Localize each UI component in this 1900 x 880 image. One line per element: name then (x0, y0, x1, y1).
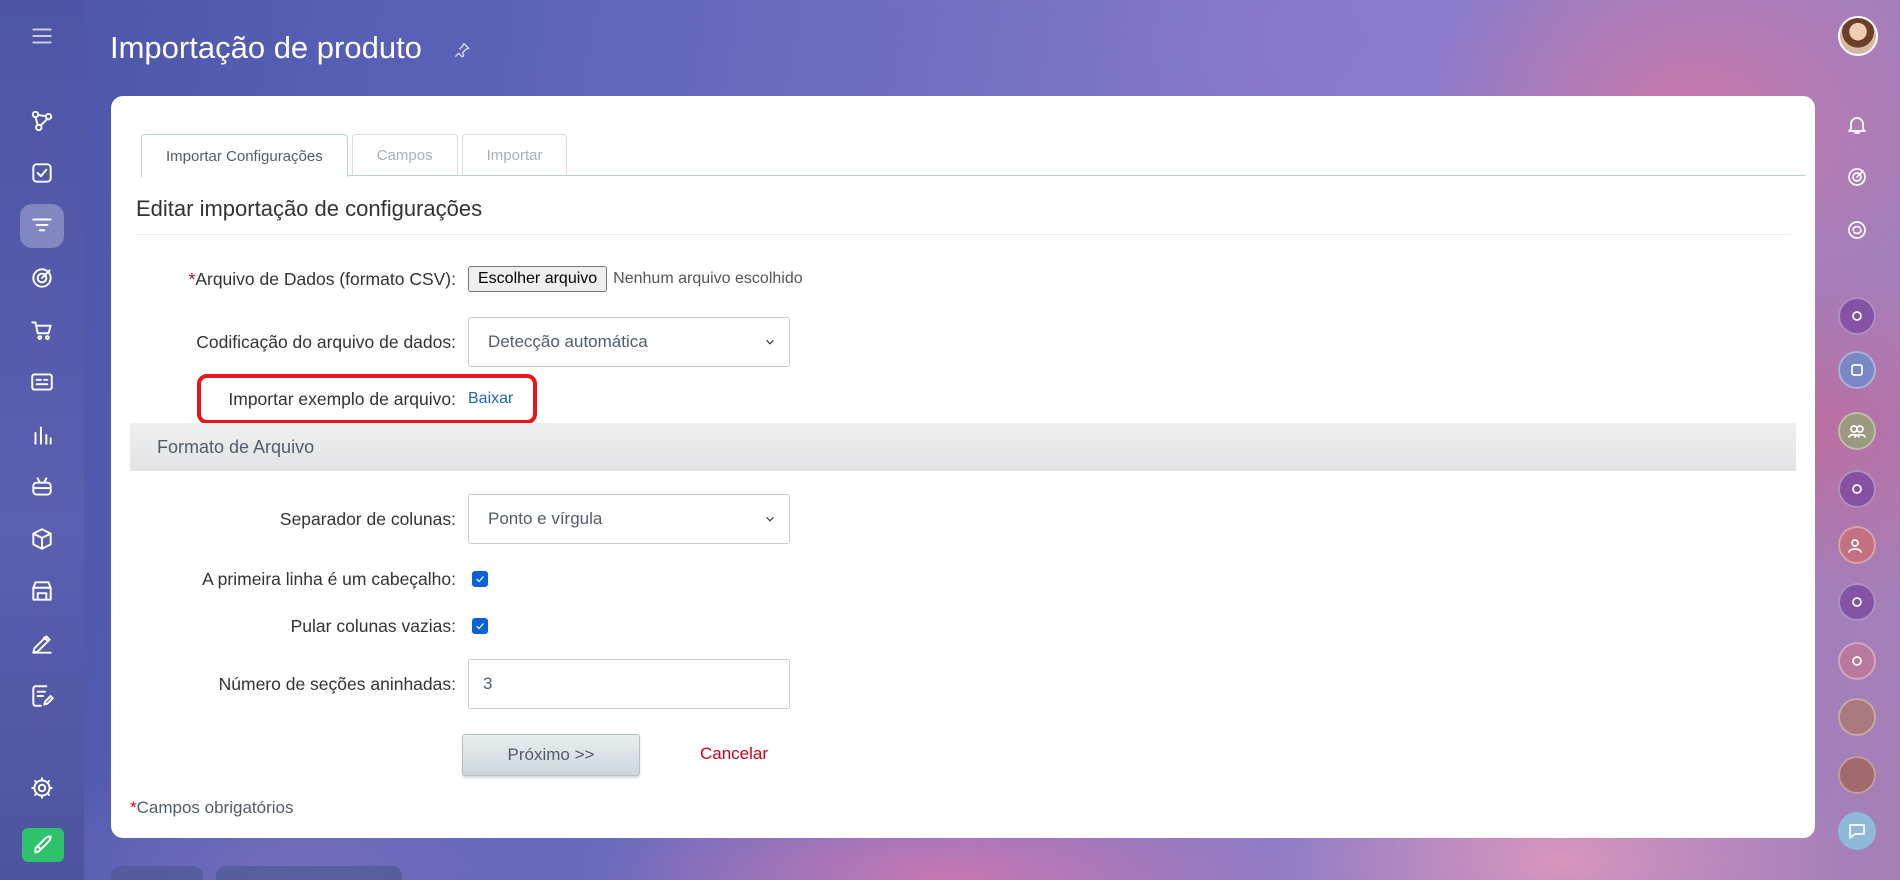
section-title: Editar importação de configurações (136, 196, 483, 221)
check-icon (476, 576, 484, 583)
section-divider (136, 234, 1791, 235)
separator-row: Separador de colunas: Ponto e vírgula (111, 494, 790, 544)
activity-icon[interactable] (1838, 158, 1876, 196)
card-icon (31, 373, 53, 391)
page-title: Importação de produto (110, 30, 422, 65)
checkbox-icon (32, 163, 52, 183)
sidebar-item-documents[interactable] (20, 360, 64, 404)
nested-sections-label: Número de seções aninhadas: (218, 673, 456, 694)
box-icon (32, 528, 52, 550)
sidebar-item-sign[interactable] (20, 622, 64, 666)
rail-channel-icon-2[interactable] (1838, 470, 1876, 508)
user-avatar[interactable] (1838, 16, 1878, 56)
sidebar-item-catalog[interactable] (20, 204, 64, 248)
tab-bar: Importar Configurações Campos Importar (141, 134, 568, 177)
first-line-header-row: A primeira linha é um cabeçalho: (111, 568, 488, 590)
menu-icon[interactable] (22, 16, 62, 56)
notifications-icon[interactable] (1838, 106, 1876, 144)
rail-task-icon[interactable] (1838, 351, 1876, 389)
skip-empty-label: Pular colunas vazias: (290, 615, 456, 636)
rail-group-icon[interactable] (1838, 412, 1876, 450)
separator-label: Separador de colunas: (279, 508, 456, 529)
sample-file-row: Importar exemplo de arquivo: Baixar (111, 388, 513, 410)
cart-icon (31, 321, 52, 340)
filter-icon (32, 218, 52, 232)
encoding-select[interactable]: Detecção automática (468, 317, 790, 367)
chevron-down-icon (766, 339, 774, 345)
flow-icon (31, 110, 53, 132)
robot-icon (32, 477, 52, 496)
sidebar-item-warehouse[interactable] (20, 569, 64, 613)
target-icon (32, 268, 52, 288)
chat-sync-icon[interactable] (1838, 211, 1876, 249)
rail-o-icon[interactable] (1838, 642, 1876, 680)
encoding-label: Codificação do arquivo de dados: (196, 331, 456, 352)
sidebar-item-analytics[interactable] (20, 413, 64, 457)
rail-channel-icon[interactable] (1838, 297, 1876, 335)
sidebar-item-forms[interactable] (20, 674, 64, 718)
separator-select[interactable]: Ponto e vírgula (468, 494, 790, 544)
import-card: Importar Configurações Campos Importar E… (111, 96, 1815, 838)
first-line-header-label: A primeira linha é um cabeçalho: (202, 568, 456, 589)
data-file-row: *Arquivo de Dados (formato CSV): Escolhe… (111, 266, 803, 292)
data-file-label: *Arquivo de Dados (formato CSV): (188, 268, 456, 289)
sidebar-item-tasks[interactable] (20, 151, 64, 195)
sidebar-item-marketing[interactable] (20, 256, 64, 300)
sample-file-label: Importar exemplo de arquivo: (228, 388, 456, 409)
check-icon (476, 623, 484, 630)
bottom-chip-1[interactable] (111, 866, 203, 880)
skip-empty-checkbox[interactable] (472, 618, 488, 634)
separator-value: Ponto e vírgula (488, 509, 603, 528)
tab-import[interactable]: Importar (461, 134, 568, 176)
rail-channel-icon-3[interactable] (1838, 583, 1876, 621)
rail-people-icon[interactable] (1838, 526, 1876, 564)
tab-import-settings[interactable]: Importar Configurações (141, 134, 348, 177)
choose-file-button[interactable]: Escolher arquivo (468, 266, 608, 292)
cancel-link[interactable]: Cancelar (700, 744, 768, 764)
pen-icon (32, 635, 52, 654)
edit-document-icon (32, 685, 54, 707)
left-sidebar (0, 0, 84, 880)
gear-icon (31, 777, 53, 799)
tabs-divider (141, 175, 1806, 176)
tab-fields[interactable]: Campos (351, 134, 458, 176)
required-mark: * (130, 798, 137, 817)
next-button[interactable]: Próximo >> (462, 734, 640, 776)
bottom-chip-2[interactable] (216, 866, 402, 880)
file-status: Nenhum arquivo escolhido (613, 270, 803, 287)
file-format-header: Formato de Arquivo (130, 423, 1796, 471)
sidebar-item-shop[interactable] (20, 308, 64, 352)
rocket-button[interactable] (22, 828, 64, 862)
rocket-icon (34, 835, 52, 854)
encoding-value: Detecção automática (488, 332, 648, 351)
skip-empty-row: Pular colunas vazias: (111, 615, 488, 637)
chat-icon[interactable] (1838, 812, 1876, 850)
download-link[interactable]: Baixar (468, 390, 513, 408)
first-line-header-checkbox[interactable] (472, 571, 488, 587)
sidebar-item-inventory[interactable] (20, 517, 64, 561)
sidebar-item-automation[interactable] (20, 465, 64, 509)
pin-icon[interactable] (452, 40, 472, 60)
store-icon (32, 581, 52, 601)
chevron-down-icon (766, 516, 774, 522)
nested-sections-input[interactable]: 3 (468, 659, 790, 709)
bar-chart-icon (34, 426, 52, 445)
sidebar-item-crm[interactable] (20, 99, 64, 143)
rail-contact-avatar[interactable] (1838, 698, 1876, 736)
sidebar-item-settings[interactable] (20, 766, 64, 810)
rail-contact-avatar-2[interactable] (1838, 756, 1876, 794)
nested-sections-row: Número de seções aninhadas: 3 (111, 659, 790, 709)
required-fields-note: *Campos obrigatórios (130, 798, 294, 817)
encoding-row: Codificação do arquivo de dados: Detecçã… (111, 317, 790, 367)
